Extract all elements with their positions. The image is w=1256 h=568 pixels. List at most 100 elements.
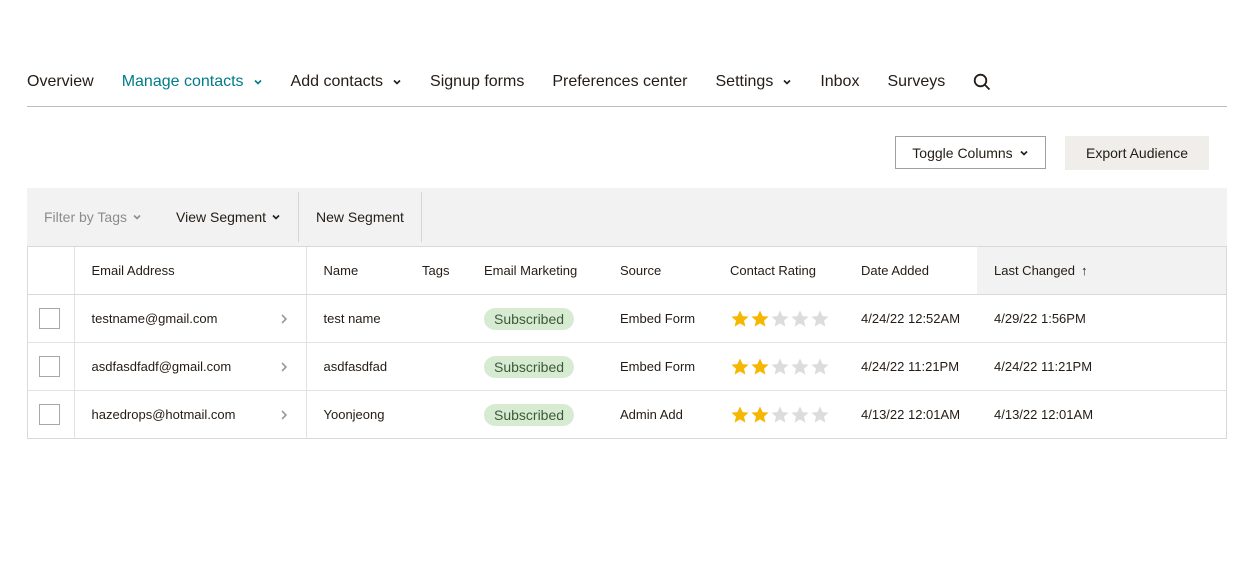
nav-surveys-label: Surveys (887, 73, 946, 90)
chevron-right-icon[interactable] (280, 408, 288, 426)
nav-inbox[interactable]: Inbox (820, 58, 859, 106)
email-cell[interactable]: testname@gmail.com (74, 294, 307, 343)
header-contact-rating[interactable]: Contact Rating (713, 247, 844, 295)
table-header-row: Email Address Name Tags Email Marketing … (28, 247, 1226, 295)
nav-add-contacts[interactable]: Add contacts (291, 58, 403, 106)
header-email-marketing[interactable]: Email Marketing (467, 247, 603, 295)
row-date-added: 4/24/22 11:21PM (844, 342, 977, 391)
header-name[interactable]: Name (306, 247, 405, 295)
star-filled-icon[interactable] (750, 357, 770, 377)
export-audience-button[interactable]: Export Audience (1065, 136, 1209, 170)
star-empty-icon[interactable] (770, 357, 790, 377)
nav-manage-contacts[interactable]: Manage contacts (122, 58, 263, 106)
nav-add-contacts-label: Add contacts (290, 73, 384, 90)
toggle-columns-label: Toggle Columns (912, 144, 1013, 161)
new-segment-button[interactable]: New Segment (299, 192, 422, 242)
filter-by-tags-dropdown[interactable]: Filter by Tags (27, 192, 159, 242)
star-empty-icon[interactable] (790, 405, 810, 425)
row-email[interactable]: testname@gmail.com (92, 311, 218, 326)
row-tags (405, 342, 467, 391)
row-date-added: 4/13/22 12:01AM (861, 407, 961, 422)
header-select (28, 247, 75, 295)
star-empty-icon[interactable] (810, 405, 830, 425)
nav-overview[interactable]: Overview (27, 58, 94, 106)
row-tags (405, 391, 467, 439)
nav-settings-label: Settings (715, 73, 774, 90)
header-tags[interactable]: Tags (405, 247, 467, 295)
row-select-cell (28, 294, 75, 343)
table-row[interactable]: hazedrops@hotmail.com Yoonjeong Subscrib… (28, 390, 1226, 439)
chevron-down-icon (1019, 148, 1029, 158)
header-last-changed[interactable]: Last Changed ↑ (977, 247, 1226, 295)
row-rating-cell (713, 294, 844, 343)
header-last-changed-label: Last Changed (994, 263, 1075, 278)
row-source: Admin Add (620, 407, 683, 422)
export-audience-label: Export Audience (1086, 145, 1188, 161)
row-email-marketing-cell: Subscribed (467, 294, 603, 343)
star-filled-icon[interactable] (730, 309, 750, 329)
email-cell[interactable]: asdfasdfadf@gmail.com (74, 342, 307, 391)
row-email[interactable]: hazedrops@hotmail.com (92, 407, 236, 422)
star-empty-icon[interactable] (790, 309, 810, 329)
star-empty-icon[interactable] (770, 309, 790, 329)
nav-signup-forms-label: Signup forms (430, 73, 525, 90)
row-email-marketing-cell: Subscribed (467, 342, 603, 391)
star-empty-icon[interactable] (790, 357, 810, 377)
row-select-cell (28, 342, 75, 391)
row-name: Yoonjeong (323, 407, 385, 422)
star-filled-icon[interactable] (730, 405, 750, 425)
nav-preferences-center[interactable]: Preferences center (552, 58, 687, 106)
filter-by-tags-label: Filter by Tags (44, 209, 127, 225)
row-source: Embed Form (603, 294, 713, 343)
status-badge: Subscribed (484, 403, 575, 426)
search-icon[interactable] (973, 58, 991, 106)
email-cell[interactable]: hazedrops@hotmail.com (74, 390, 307, 438)
row-date-added: 4/24/22 12:52AM (844, 294, 977, 343)
nav-manage-contacts-label: Manage contacts (121, 73, 244, 90)
row-checkbox[interactable] (39, 308, 60, 329)
table-row[interactable]: asdfasdfadf@gmail.com asdfasdfad Subscri… (28, 342, 1226, 391)
nav-signup-forms[interactable]: Signup forms (430, 58, 524, 106)
row-last-changed: 4/29/22 1:56PM (977, 294, 1226, 343)
star-empty-icon[interactable] (770, 405, 790, 425)
nav-overview-label: Overview (27, 73, 94, 90)
status-badge: Subscribed (484, 355, 575, 378)
chevron-right-icon[interactable] (280, 360, 288, 378)
row-source: Embed Form (603, 342, 713, 391)
header-source[interactable]: Source (603, 247, 713, 295)
contact-rating-stars (730, 405, 844, 425)
view-segment-dropdown[interactable]: View Segment (159, 192, 300, 242)
chevron-right-icon[interactable] (280, 312, 288, 330)
row-checkbox[interactable] (39, 356, 60, 377)
row-email[interactable]: asdfasdfadf@gmail.com (92, 359, 232, 374)
star-filled-icon[interactable] (750, 309, 770, 329)
star-filled-icon[interactable] (730, 357, 750, 377)
status-badge: Subscribed (484, 307, 575, 330)
sort-ascending-icon: ↑ (1080, 263, 1088, 278)
chevron-down-icon (271, 212, 281, 222)
toggle-columns-button[interactable]: Toggle Columns (895, 136, 1046, 169)
star-empty-icon[interactable] (810, 357, 830, 377)
header-email[interactable]: Email Address (74, 247, 307, 295)
contact-rating-stars (730, 309, 844, 329)
header-date-added[interactable]: Date Added (844, 247, 977, 295)
filter-bar: Filter by Tags View Segment New Segment (27, 188, 1227, 246)
row-rating-cell (713, 342, 844, 391)
row-checkbox[interactable] (39, 404, 60, 425)
row-last-changed: 4/13/22 12:01AM (994, 407, 1094, 422)
chevron-down-icon (253, 77, 263, 87)
chevron-down-icon (392, 77, 402, 87)
nav-inbox-label: Inbox (820, 73, 860, 90)
nav-surveys[interactable]: Surveys (887, 58, 945, 106)
new-segment-label: New Segment (316, 209, 404, 225)
star-empty-icon[interactable] (810, 309, 830, 329)
row-name: asdfasdfad (306, 342, 405, 391)
contact-rating-stars (730, 357, 844, 377)
view-segment-label: View Segment (176, 209, 267, 225)
row-rating-cell (713, 391, 844, 439)
nav-preferences-center-label: Preferences center (552, 73, 688, 90)
star-filled-icon[interactable] (750, 405, 770, 425)
nav-settings[interactable]: Settings (716, 58, 793, 106)
table-row[interactable]: testname@gmail.com test name Subscribed … (28, 294, 1226, 343)
row-select-cell (28, 390, 75, 438)
